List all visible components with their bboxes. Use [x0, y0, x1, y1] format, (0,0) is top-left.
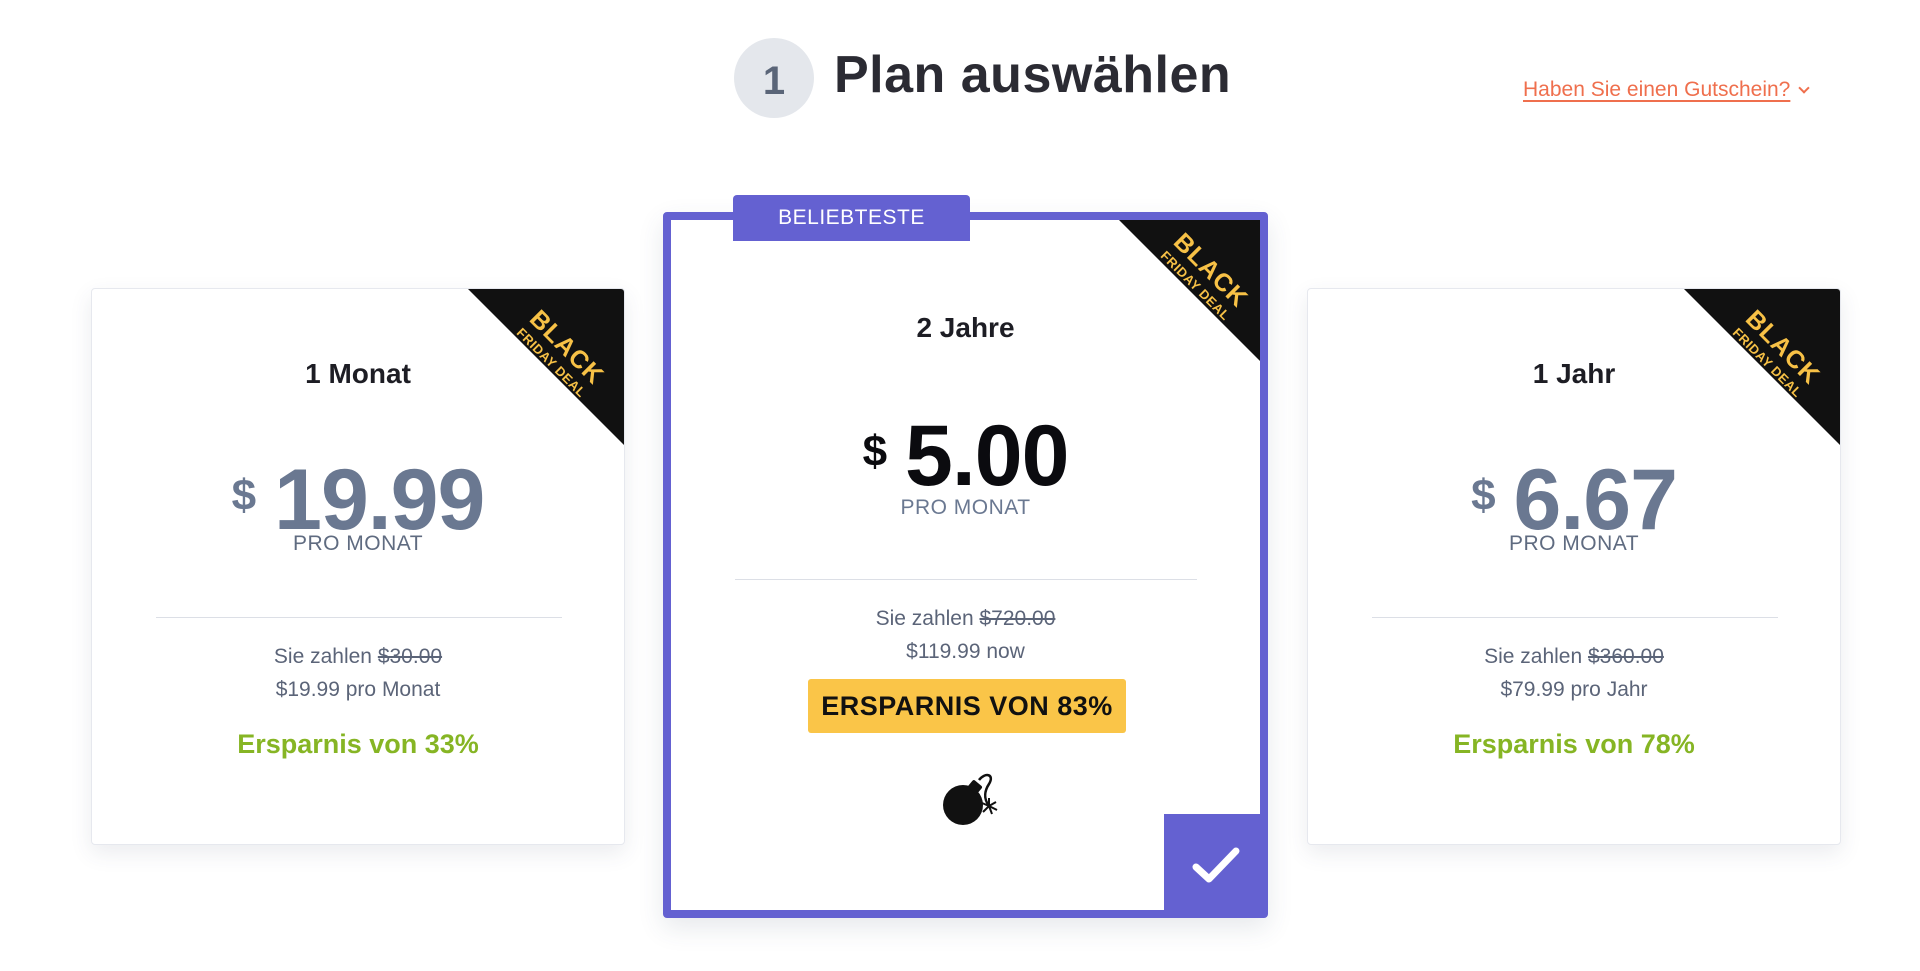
- savings-text: Ersparnis von 33%: [237, 729, 479, 759]
- savings-badge: ERSPARNIS VON 83%: [808, 679, 1126, 733]
- price: $ 19.99: [92, 457, 624, 543]
- current-price-line: $79.99 pro Jahr: [1500, 678, 1648, 701]
- selected-check: [1164, 814, 1260, 910]
- ribbon-title: BLACK: [1740, 304, 1826, 390]
- savings-text: Ersparnis von 78%: [1453, 729, 1695, 759]
- price-period: PRO MONAT: [900, 496, 1031, 519]
- pay-prefix: Sie zahlen: [273, 645, 378, 668]
- divider: [1372, 617, 1778, 618]
- price-amount: 5.00: [905, 408, 1069, 504]
- current-price-line: $19.99 pro Monat: [275, 678, 441, 701]
- currency-symbol: $: [231, 471, 257, 520]
- plan-card-1-monat[interactable]: BLACK FRIDAY DEAL 1 Monat $ 19.99 PRO MO…: [91, 288, 625, 845]
- most-popular-badge: BELIEBTESTE: [733, 195, 970, 241]
- plan-name: 2 Jahre: [916, 312, 1015, 343]
- original-price-line: Sie zahlen $360.00: [1308, 645, 1840, 669]
- divider: [156, 617, 562, 618]
- plan-card-1-jahr[interactable]: BLACK FRIDAY DEAL 1 Jahr $ 6.67 PRO MONA…: [1307, 288, 1841, 845]
- original-price-line: Sie zahlen $720.00: [671, 607, 1260, 631]
- price-period: PRO MONAT: [292, 532, 424, 555]
- coupon-link-label: Haben Sie einen Gutschein?: [1523, 78, 1791, 101]
- price-amount: 6.67: [1513, 452, 1678, 548]
- plan-name: 1 Jahr: [1532, 358, 1616, 389]
- plan-card-2-jahre[interactable]: BLACK FRIDAY DEAL 2 Jahre $ 5.00 PRO MON…: [663, 212, 1268, 918]
- original-price: $720.00: [979, 607, 1056, 630]
- original-price: $360.00: [1587, 645, 1664, 668]
- current-price-line: $119.99 now: [906, 640, 1025, 663]
- coupon-link[interactable]: Haben Sie einen Gutschein?: [1523, 78, 1811, 102]
- original-price: $30.00: [377, 645, 443, 668]
- plan-name: 1 Monat: [305, 358, 411, 389]
- bomb-icon: [943, 773, 998, 825]
- price: $ 6.67: [1308, 457, 1840, 543]
- ribbon-title: BLACK: [524, 304, 610, 390]
- step-header: 1 Plan auswählen: [734, 38, 1231, 118]
- checkmark-icon: [1192, 847, 1240, 883]
- step-number-badge: 1: [734, 38, 814, 118]
- pay-prefix: Sie zahlen: [1484, 645, 1588, 668]
- price: $ 5.00: [671, 413, 1260, 499]
- currency-symbol: $: [1471, 471, 1496, 520]
- black-friday-ribbon: BLACK FRIDAY DEAL: [1111, 220, 1260, 369]
- price-amount: 19.99: [274, 452, 485, 548]
- currency-symbol: $: [862, 427, 888, 476]
- pay-prefix: Sie zahlen: [875, 607, 980, 630]
- price-period: PRO MONAT: [1508, 532, 1640, 555]
- divider: [735, 579, 1197, 580]
- chevron-down-icon: [1798, 81, 1811, 94]
- page-title: Plan auswählen: [834, 46, 1232, 104]
- original-price-line: Sie zahlen $30.00: [92, 645, 624, 669]
